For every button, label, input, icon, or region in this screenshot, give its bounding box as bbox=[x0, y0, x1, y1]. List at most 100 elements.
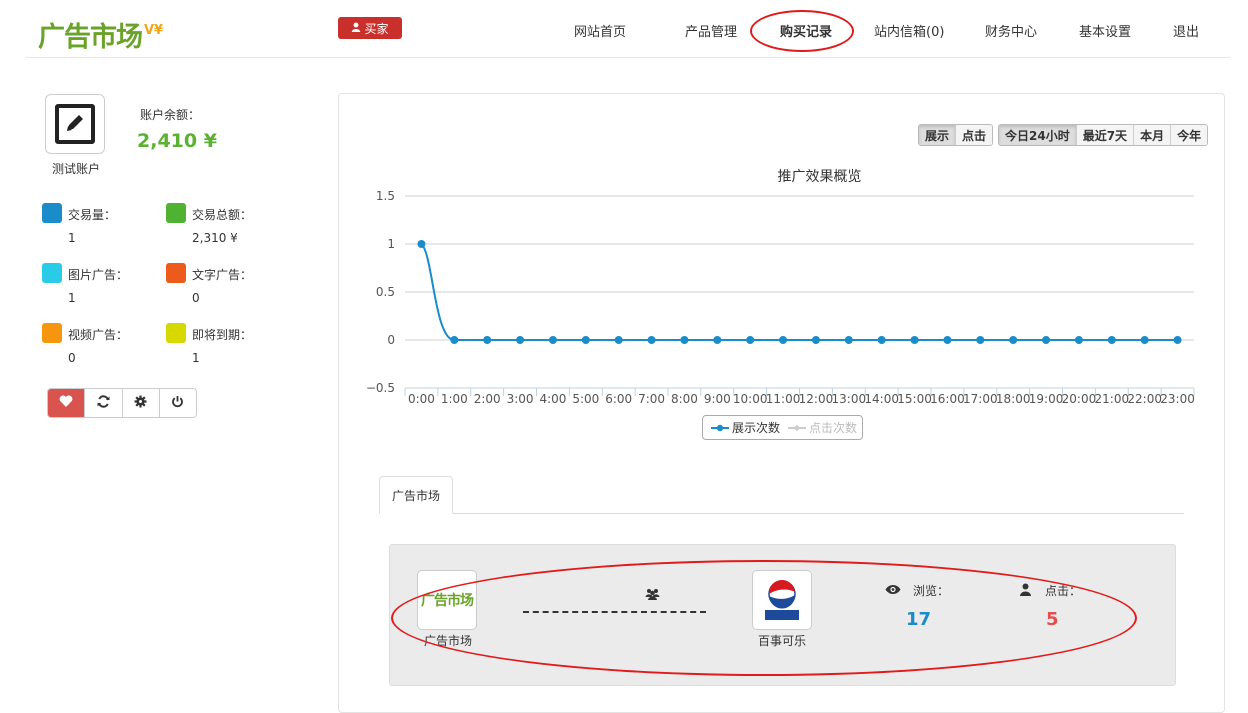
x-tick-label: 20:00 bbox=[1062, 392, 1097, 406]
trade-total-swatch bbox=[166, 203, 186, 223]
chart-title: 推广效果概览 bbox=[778, 169, 862, 185]
data-point bbox=[581, 336, 590, 344]
metric-clicks-button[interactable]: 点击 bbox=[955, 125, 993, 145]
data-point bbox=[548, 336, 557, 344]
x-tick-label: 23:00 bbox=[1160, 392, 1195, 406]
video-ads-swatch bbox=[42, 323, 62, 343]
data-point bbox=[779, 336, 788, 344]
trade-count-swatch bbox=[42, 203, 62, 223]
deal-highlight bbox=[391, 560, 1137, 676]
data-point bbox=[1107, 336, 1116, 344]
data-point bbox=[943, 336, 952, 344]
x-tick-label: 7:00 bbox=[638, 392, 665, 406]
x-tick-label: 22:00 bbox=[1127, 392, 1162, 406]
tab-bar: 广告市场 bbox=[379, 476, 1184, 514]
nav-products[interactable]: 产品管理 bbox=[685, 21, 737, 40]
stat-value: 1 bbox=[192, 351, 200, 365]
site-logo[interactable]: 广告市场 V¥ bbox=[38, 16, 163, 53]
x-tick-label: 12:00 bbox=[799, 392, 834, 406]
tab-ad-market[interactable]: 广告市场 bbox=[379, 476, 453, 514]
account-avatar[interactable] bbox=[45, 94, 105, 154]
top-bar: 广告市场 V¥ 买家 网站首页 产品管理 购买记录 站内信箱(0) 财务中心 基… bbox=[0, 0, 1248, 58]
data-point bbox=[1074, 336, 1083, 344]
edit-icon bbox=[64, 112, 86, 137]
x-tick-label: 4:00 bbox=[539, 392, 566, 406]
data-point bbox=[516, 336, 525, 344]
power-button[interactable] bbox=[158, 389, 196, 417]
metric-toggle: 展示 点击 bbox=[918, 124, 994, 146]
account-name: 测试账户 bbox=[51, 162, 100, 176]
range-7d-button[interactable]: 最近7天 bbox=[1075, 125, 1134, 145]
expiring-swatch bbox=[166, 323, 186, 343]
stat-value: 1 bbox=[68, 231, 76, 245]
x-tick-label: 19:00 bbox=[1029, 392, 1064, 406]
refresh-icon bbox=[97, 394, 110, 412]
range-year-button[interactable]: 今年 bbox=[1170, 125, 1208, 145]
nav-logout[interactable]: 退出 bbox=[1173, 21, 1199, 40]
legend-clicks[interactable]: 点击次数 bbox=[788, 419, 857, 436]
header-divider bbox=[26, 57, 1230, 58]
data-point bbox=[713, 336, 722, 344]
legend-views[interactable]: 展示次数 bbox=[711, 419, 780, 436]
stat-label: 文字广告： bbox=[192, 268, 253, 282]
y-tick-label: 0 bbox=[387, 333, 395, 347]
range-month-button[interactable]: 本月 bbox=[1133, 125, 1171, 145]
stat-value: 2,310 ¥ bbox=[192, 231, 238, 245]
x-tick-label: 2:00 bbox=[474, 392, 501, 406]
data-point bbox=[483, 336, 492, 344]
stat-label: 交易总额： bbox=[192, 208, 253, 222]
role-button[interactable]: 买家 bbox=[338, 17, 402, 39]
favorite-button[interactable] bbox=[48, 389, 85, 417]
balance-label: 账户余额： bbox=[140, 108, 201, 122]
stat-value: 0 bbox=[192, 291, 200, 305]
x-tick-label: 10:00 bbox=[733, 392, 768, 406]
nav-inbox[interactable]: 站内信箱(0) bbox=[874, 21, 944, 40]
stat-label: 交易量： bbox=[68, 208, 117, 222]
y-tick-label: 1 bbox=[387, 237, 395, 251]
stat-label: 图片广告： bbox=[68, 268, 129, 282]
x-tick-label: 17:00 bbox=[963, 392, 998, 406]
account-toolbar bbox=[47, 388, 197, 418]
x-tick-label: 8:00 bbox=[671, 392, 698, 406]
x-tick-label: 13:00 bbox=[832, 392, 867, 406]
balance-value: 2,410 ¥ bbox=[137, 130, 217, 152]
x-tick-label: 0:00 bbox=[408, 392, 435, 406]
nav-settings[interactable]: 基本设置 bbox=[1079, 21, 1131, 40]
settings-button[interactable] bbox=[121, 389, 159, 417]
data-point bbox=[1173, 336, 1182, 344]
nav-home[interactable]: 网站首页 bbox=[574, 21, 626, 40]
data-point bbox=[1140, 336, 1149, 344]
x-tick-label: 3:00 bbox=[507, 392, 534, 406]
data-point bbox=[450, 336, 459, 344]
range-24h-button[interactable]: 今日24小时 bbox=[999, 125, 1076, 145]
stat-value: 1 bbox=[68, 291, 76, 305]
active-nav-highlight bbox=[750, 10, 854, 52]
data-point bbox=[910, 336, 919, 344]
stat-label: 视频广告： bbox=[68, 328, 129, 342]
metric-views-button[interactable]: 展示 bbox=[919, 125, 956, 145]
data-point bbox=[844, 336, 853, 344]
x-tick-label: 6:00 bbox=[605, 392, 632, 406]
data-point bbox=[1042, 336, 1051, 344]
y-tick-label: 0.5 bbox=[376, 285, 395, 299]
nav-finance[interactable]: 财务中心 bbox=[985, 21, 1037, 40]
x-tick-label: 5:00 bbox=[572, 392, 599, 406]
x-tick-label: 9:00 bbox=[704, 392, 731, 406]
user-icon bbox=[351, 21, 361, 35]
stat-value: 0 bbox=[68, 351, 76, 365]
legend-views-label: 展示次数 bbox=[732, 421, 781, 435]
data-point bbox=[877, 336, 886, 344]
performance-chart: 推广效果概览 1.5 1 0.5 0 −0.5 0:00 1:00 2:00 3:00 4:00 5:… bbox=[366, 169, 1195, 406]
range-toggle: 今日24小时 最近7天 本月 今年 bbox=[998, 124, 1209, 146]
x-tick-label: 21:00 bbox=[1095, 392, 1130, 406]
x-tick-label: 15:00 bbox=[897, 392, 932, 406]
refresh-button[interactable] bbox=[84, 389, 122, 417]
data-point bbox=[746, 336, 755, 344]
gear-icon bbox=[134, 395, 147, 412]
logo-text: 广告市场 bbox=[38, 21, 143, 53]
data-point bbox=[647, 336, 656, 344]
image-ads-swatch bbox=[42, 263, 62, 283]
y-tick-label: −0.5 bbox=[366, 381, 395, 395]
x-tick-label: 1:00 bbox=[441, 392, 468, 406]
chart-legend: 展示次数 点击次数 bbox=[702, 415, 863, 440]
